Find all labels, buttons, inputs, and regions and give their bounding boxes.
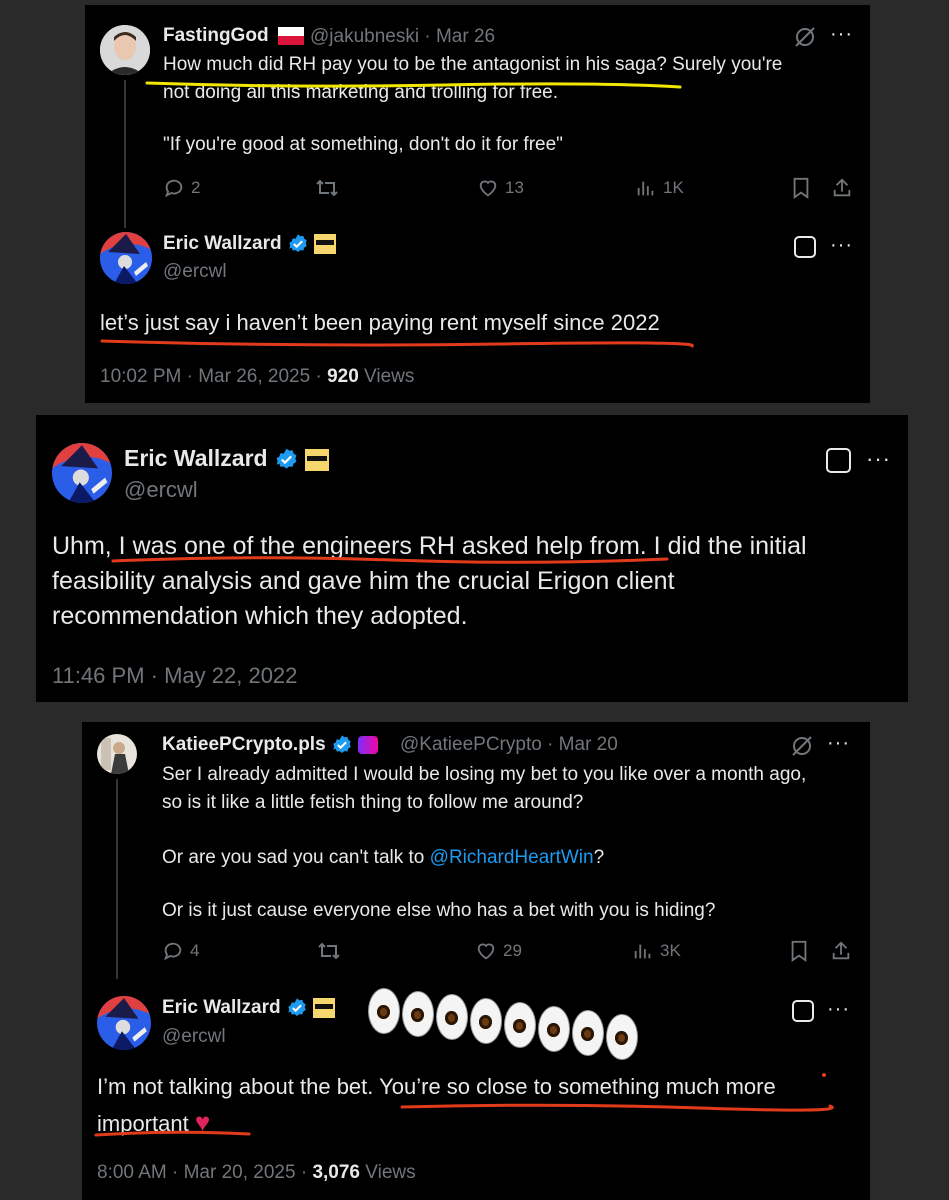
more-options-icon[interactable]: ··· [830, 234, 853, 257]
more-options-icon[interactable]: ··· [830, 23, 853, 46]
main-author-name[interactable]: Eric Wallzard [163, 233, 337, 255]
reply-text-line3: Or are you sad you can't talk to @Richar… [162, 847, 605, 868]
reply-author-name[interactable]: FastingGod [163, 25, 269, 47]
share-icon [833, 178, 851, 197]
reply-text-line4: Or is it just cause everyone else who ha… [162, 900, 716, 921]
ericwallzard-avatar[interactable] [97, 996, 151, 1050]
bookmark-button[interactable] [789, 940, 809, 962]
reply-author-name[interactable]: KatieePCrypto.pls [162, 734, 379, 756]
heart-icon [477, 943, 495, 960]
verified-badge-icon [333, 735, 351, 753]
reply-text-line1: How much did RH pay you to be the antago… [163, 54, 783, 75]
more-options-icon[interactable]: ··· [827, 998, 850, 1021]
person-avatar-icon [100, 25, 150, 75]
like-button[interactable]: 29 [475, 940, 522, 962]
views-count: 920 [327, 366, 359, 387]
main-timestamp[interactable]: 8:00 AM · Mar 20, 2025 · 3,076 Views [97, 1162, 416, 1184]
panel-tweet-1: FastingGod @jakubneski · Mar 26 ··· How … [85, 5, 870, 403]
repost-icon [318, 942, 340, 960]
verified-badge-icon [289, 234, 307, 252]
bookmark-button[interactable] [791, 177, 811, 199]
author-handle[interactable]: @ercwl [124, 477, 198, 503]
repost-button[interactable] [317, 940, 341, 962]
wizard-avatar-icon [100, 232, 152, 284]
eye-icon [368, 988, 400, 1034]
sunglasses-emoji-icon [305, 448, 330, 471]
sunglasses-emoji-icon [314, 234, 337, 254]
eye-icon [606, 1014, 638, 1060]
wizard-avatar-icon [52, 443, 112, 503]
verified-badge-icon [288, 998, 306, 1016]
eye-icon [504, 1002, 536, 1048]
reply-button[interactable]: 4 [162, 940, 199, 962]
bookmark-icon [791, 940, 807, 962]
katiee-avatar[interactable] [97, 734, 137, 774]
eye-icon [402, 991, 434, 1037]
views-button[interactable]: 1K [635, 177, 684, 199]
tweet-text-line3: recommendation which they adopted. [52, 602, 468, 630]
grok-slash-icon[interactable] [793, 25, 817, 54]
reply-author-handle[interactable]: @jakubneski · Mar 26 [310, 26, 495, 48]
eye-icon [436, 994, 468, 1040]
tweet-text-line2: feasibility analysis and gave him the cr… [52, 567, 675, 595]
eye-icon [538, 1006, 570, 1052]
main-timestamp[interactable]: 10:02 PM · Mar 26, 2025 · 920 Views [100, 366, 414, 388]
red-heart-icon: ♥ [194, 1107, 211, 1137]
mention-link[interactable]: @RichardHeartWin [430, 847, 594, 868]
reply-text-line3: "If you're good at something, don't do i… [163, 134, 563, 155]
flag-icon [278, 27, 304, 45]
main-author-handle[interactable]: @ercwl [162, 1026, 226, 1048]
eye-icon [470, 998, 502, 1044]
more-options-icon[interactable]: ··· [866, 446, 891, 472]
reply-icon [164, 179, 183, 198]
reply-button[interactable]: 2 [163, 177, 200, 199]
main-author-name[interactable]: Eric Wallzard [162, 997, 336, 1019]
ericwallzard-avatar[interactable] [100, 232, 152, 284]
main-tweet-line1: I’m not talking about the bet. You’re so… [97, 1074, 776, 1099]
main-tweet-text: let’s just say i haven’t been paying ren… [100, 310, 660, 335]
grok-icon[interactable] [826, 448, 851, 473]
share-icon [832, 941, 850, 960]
grok-slash-icon[interactable] [790, 734, 814, 763]
bookmark-icon [793, 177, 809, 199]
like-button[interactable]: 13 [477, 177, 524, 199]
heart-icon [479, 180, 497, 197]
sunglasses-emoji-icon [313, 998, 336, 1018]
analytics-icon [637, 181, 654, 196]
share-button[interactable] [831, 177, 853, 199]
thread-connector [116, 779, 118, 979]
more-options-icon[interactable]: ··· [827, 732, 850, 755]
panel-tweet-3: KatieePCrypto.pls @KatieePCrypto · Mar 2… [82, 722, 870, 1200]
views-count: 3,076 [312, 1162, 360, 1183]
author-name[interactable]: Eric Wallzard [124, 445, 330, 472]
pulsechain-logo-icon [358, 736, 379, 754]
wizard-avatar-icon [97, 996, 151, 1050]
thread-connector [124, 80, 126, 228]
share-button[interactable] [830, 940, 852, 962]
fastinggod-avatar[interactable] [100, 25, 150, 75]
main-tweet-line2: important ♥ [97, 1107, 211, 1137]
reply-author-handle[interactable]: @KatieePCrypto · Mar 20 [400, 734, 618, 756]
ericwallzard-avatar[interactable] [52, 443, 112, 503]
panel-tweet-2: Eric Wallzard @ercwl ··· Uhm, I was one … [36, 415, 908, 702]
main-author-handle[interactable]: @ercwl [163, 261, 227, 283]
eye-icon [572, 1010, 604, 1056]
reply-text-line2: not doing all this marketing and trollin… [163, 82, 558, 103]
tweet-timestamp[interactable]: 11:46 PM · May 22, 2022 [52, 663, 297, 689]
verified-badge-icon [276, 448, 297, 469]
reply-icon [163, 942, 182, 961]
repost-button[interactable] [315, 177, 339, 199]
repost-icon [316, 179, 338, 197]
analytics-icon [634, 944, 651, 959]
tweet-text-line1: Uhm, I was one of the engineers RH asked… [52, 532, 807, 560]
grok-icon[interactable] [792, 1000, 814, 1022]
views-button[interactable]: 3K [632, 940, 681, 962]
red-underline [100, 339, 694, 348]
person-avatar-icon [97, 734, 137, 774]
reply-text-line2: so is it like a little fetish thing to f… [162, 792, 584, 813]
grok-icon[interactable] [794, 236, 816, 258]
reply-text-line1: Ser I already admitted I would be losing… [162, 764, 807, 785]
